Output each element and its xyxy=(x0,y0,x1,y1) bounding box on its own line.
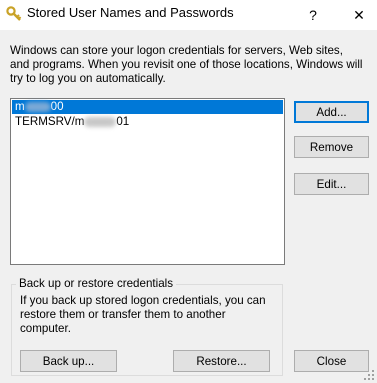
restore-button[interactable]: Restore... xyxy=(173,350,270,372)
list-item[interactable]: TERMSRV/m 01 xyxy=(12,115,283,129)
intro-text: Windows can store your logon credentials… xyxy=(10,44,363,85)
help-button[interactable]: ? xyxy=(290,0,336,30)
close-button[interactable]: Close xyxy=(294,350,369,372)
title-bar: Stored User Names and Passwords ? ✕ xyxy=(0,0,377,30)
edit-button[interactable]: Edit... xyxy=(294,173,369,195)
backup-group-title: Back up or restore credentials xyxy=(16,277,177,290)
backup-button[interactable]: Back up... xyxy=(20,350,117,372)
redacted-blur xyxy=(24,101,51,112)
redacted-blur xyxy=(84,116,117,127)
key-icon xyxy=(6,6,22,21)
window-title: Stored User Names and Passwords xyxy=(27,5,234,20)
credentials-list[interactable]: m 00 TERMSRV/m 01 xyxy=(10,98,285,265)
credential-name-suffix: 00 xyxy=(50,100,64,113)
credential-name-prefix: TERMSRV/m xyxy=(15,115,85,128)
close-window-button[interactable]: ✕ xyxy=(336,0,377,30)
list-item[interactable]: m 00 xyxy=(12,100,283,114)
remove-button[interactable]: Remove xyxy=(294,136,369,158)
resize-grip-icon[interactable] xyxy=(363,369,375,381)
credential-name-suffix: 01 xyxy=(116,115,130,128)
add-button[interactable]: Add... xyxy=(294,101,369,123)
credential-name-prefix: m xyxy=(15,100,25,113)
backup-group-text: If you back up stored logon credentials,… xyxy=(20,294,266,335)
